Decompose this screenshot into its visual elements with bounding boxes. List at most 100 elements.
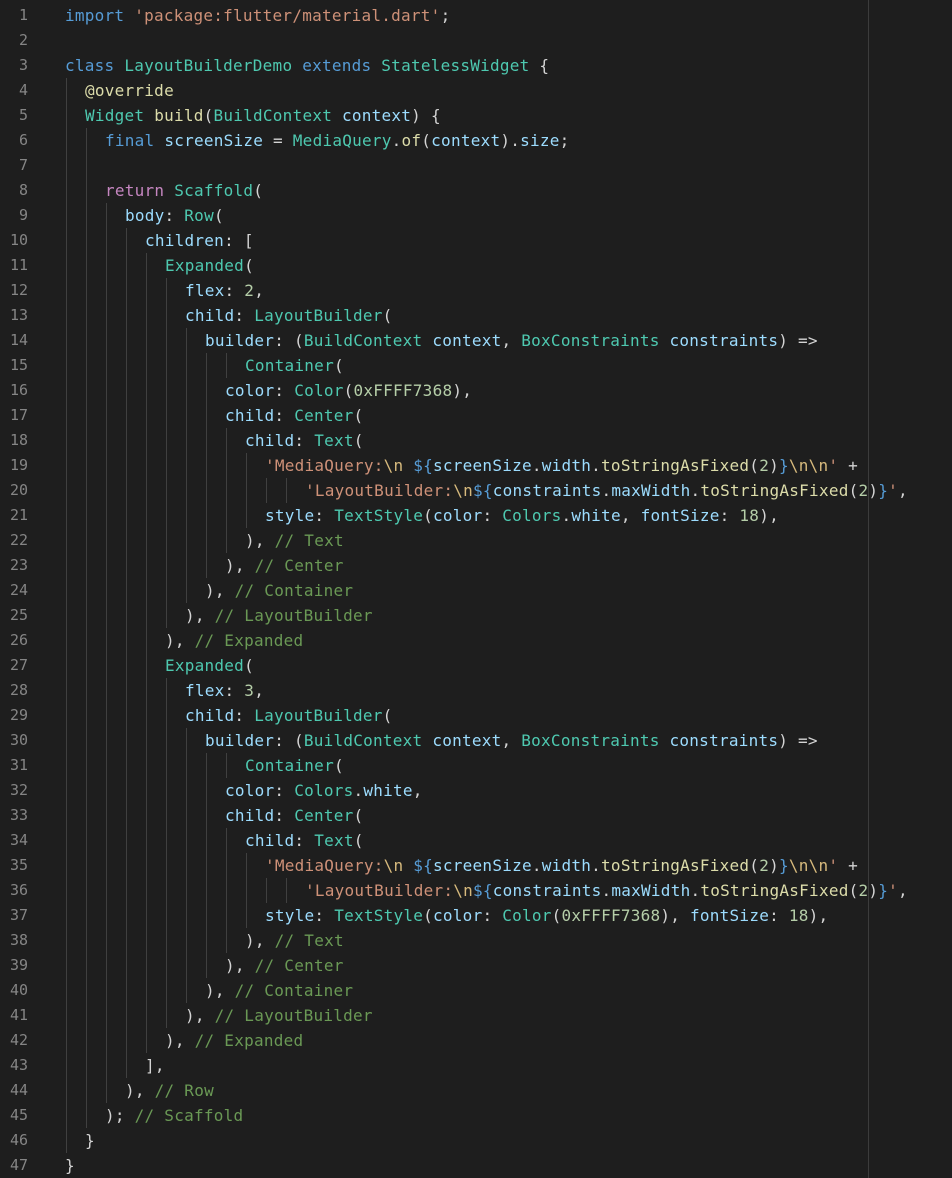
code-line[interactable]: 18 child: Text( xyxy=(0,428,952,453)
code-text[interactable]: ), // LayoutBuilder xyxy=(185,603,373,628)
code-text[interactable]: ), // Container xyxy=(205,578,353,603)
indent-guide xyxy=(106,1028,107,1053)
code-line[interactable]: 29 child: LayoutBuilder( xyxy=(0,703,952,728)
code-line[interactable]: 45); // Scaffold xyxy=(0,1103,952,1128)
code-line[interactable]: 35 'MediaQuery:\n ${screenSize.width.toSt… xyxy=(0,853,952,878)
code-line[interactable]: 22), // Text xyxy=(0,528,952,553)
code-line[interactable]: 1 import 'package:flutter/material.dart'; xyxy=(0,3,952,28)
code-text[interactable]: child: Center( xyxy=(225,403,363,428)
code-text[interactable]: return Scaffold( xyxy=(105,178,263,203)
code-line[interactable]: 38), // Text xyxy=(0,928,952,953)
code-line[interactable]: 44), // Row xyxy=(0,1078,952,1103)
code-text[interactable]: flex: 2, xyxy=(185,278,264,303)
code-line[interactable]: 3 class LayoutBuilderDemo extends Statele… xyxy=(0,53,952,78)
code-token: ( xyxy=(382,706,393,725)
code-token: style xyxy=(265,506,315,525)
code-line[interactable]: 34 child: Text( xyxy=(0,828,952,853)
code-text[interactable]: flex: 3, xyxy=(185,678,264,703)
code-text[interactable]: 'MediaQuery:\n ${screenSize.width.toStri… xyxy=(265,853,858,878)
code-text[interactable]: Expanded( xyxy=(165,253,254,278)
code-editor[interactable]: 1 import 'package:flutter/material.dart';… xyxy=(0,0,952,1178)
code-text[interactable]: style: TextStyle(color: Colors.white, fo… xyxy=(265,503,779,528)
code-text[interactable]: } xyxy=(65,1153,75,1178)
code-text[interactable]: @override xyxy=(85,78,174,103)
code-text[interactable]: import 'package:flutter/material.dart'; xyxy=(65,3,450,28)
code-line[interactable]: 26), // Expanded xyxy=(0,628,952,653)
code-line[interactable]: 10 children: [ xyxy=(0,228,952,253)
code-text[interactable]: class LayoutBuilderDemo extends Stateles… xyxy=(65,53,549,78)
code-text[interactable]: child: Text( xyxy=(245,428,364,453)
code-text[interactable]: ), // Center xyxy=(225,553,344,578)
code-line[interactable]: 21 style: TextStyle(color: Colors.white, … xyxy=(0,503,952,528)
code-line[interactable]: 7 xyxy=(0,153,952,178)
code-line[interactable]: 46} xyxy=(0,1128,952,1153)
code-text[interactable]: style: TextStyle(color: Color(0xFFFF7368… xyxy=(265,903,828,928)
code-text[interactable]: ); // Scaffold xyxy=(105,1103,243,1128)
code-line[interactable]: 27 Expanded( xyxy=(0,653,952,678)
code-line[interactable]: 47} xyxy=(0,1153,952,1178)
code-text[interactable]: color: Colors.white, xyxy=(225,778,423,803)
code-line[interactable]: 23), // Center xyxy=(0,553,952,578)
code-line[interactable]: 25), // LayoutBuilder xyxy=(0,603,952,628)
code-text[interactable]: ), // Expanded xyxy=(165,1028,303,1053)
indent-guide xyxy=(86,928,87,953)
code-text[interactable]: ], xyxy=(145,1053,165,1078)
code-text[interactable]: builder: (BuildContext context, BoxConst… xyxy=(205,328,818,353)
code-text[interactable]: ), // Row xyxy=(125,1078,214,1103)
code-text[interactable]: ), // Container xyxy=(205,978,353,1003)
code-line[interactable]: 9 body: Row( xyxy=(0,203,952,228)
code-text[interactable]: ), // Text xyxy=(245,528,344,553)
code-line[interactable]: 17 child: Center( xyxy=(0,403,952,428)
code-line[interactable]: 28 flex: 3, xyxy=(0,678,952,703)
code-line[interactable]: 6 final screenSize = MediaQuery.of(contex… xyxy=(0,128,952,153)
code-line[interactable]: 14 builder: (BuildContext context, BoxCon… xyxy=(0,328,952,353)
code-text[interactable]: body: Row( xyxy=(125,203,224,228)
code-line[interactable]: 4 @override xyxy=(0,78,952,103)
code-text[interactable]: ), // Expanded xyxy=(165,628,303,653)
code-text[interactable]: ), // Text xyxy=(245,928,344,953)
code-line[interactable]: 11 Expanded( xyxy=(0,253,952,278)
code-text[interactable]: 'LayoutBuilder:\n${constraints.maxWidth.… xyxy=(305,478,908,503)
code-line[interactable]: 31 Container( xyxy=(0,753,952,778)
code-text[interactable]: child: LayoutBuilder( xyxy=(185,303,393,328)
code-text[interactable]: children: [ xyxy=(145,228,254,253)
code-line[interactable]: 13 child: LayoutBuilder( xyxy=(0,303,952,328)
code-text[interactable]: child: Center( xyxy=(225,803,363,828)
code-text[interactable]: ), // Center xyxy=(225,953,344,978)
code-text[interactable]: Container( xyxy=(245,353,344,378)
code-line[interactable]: 16 color: Color(0xFFFF7368), xyxy=(0,378,952,403)
code-text[interactable]: color: Color(0xFFFF7368), xyxy=(225,378,472,403)
code-line[interactable]: 39), // Center xyxy=(0,953,952,978)
code-line[interactable]: 19 'MediaQuery:\n ${screenSize.width.toSt… xyxy=(0,453,952,478)
code-line[interactable]: 33 child: Center( xyxy=(0,803,952,828)
code-line[interactable]: 5 Widget build(BuildContext context) { xyxy=(0,103,952,128)
code-line[interactable]: 12 flex: 2, xyxy=(0,278,952,303)
code-line[interactable]: 2 xyxy=(0,28,952,53)
code-text[interactable]: Expanded( xyxy=(165,653,254,678)
code-line[interactable]: 37 style: TextStyle(color: Color(0xFFFF73… xyxy=(0,903,952,928)
code-line[interactable]: 8 return Scaffold( xyxy=(0,178,952,203)
code-line[interactable]: 32 color: Colors.white, xyxy=(0,778,952,803)
code-line[interactable]: 42), // Expanded xyxy=(0,1028,952,1053)
code-text[interactable]: Container( xyxy=(245,753,344,778)
code-line[interactable]: 41), // LayoutBuilder xyxy=(0,1003,952,1028)
code-line[interactable]: 43], xyxy=(0,1053,952,1078)
code-text[interactable]: builder: (BuildContext context, BoxConst… xyxy=(205,728,818,753)
code-line[interactable]: 36 'LayoutBuilder:\n${constraints.maxWidt… xyxy=(0,878,952,903)
code-text[interactable]: 'MediaQuery:\n ${screenSize.width.toStri… xyxy=(265,453,858,478)
code-text[interactable]: } xyxy=(85,1128,95,1153)
code-line[interactable]: 20 'LayoutBuilder:\n${constraints.maxWidt… xyxy=(0,478,952,503)
code-text[interactable]: Widget build(BuildContext context) { xyxy=(85,103,441,128)
line-number: 3 xyxy=(18,56,28,74)
code-text[interactable]: child: Text( xyxy=(245,828,364,853)
code-text[interactable]: child: LayoutBuilder( xyxy=(185,703,393,728)
code-line[interactable]: 40), // Container xyxy=(0,978,952,1003)
code-text[interactable]: 'LayoutBuilder:\n${constraints.maxWidth.… xyxy=(305,878,908,903)
code-text[interactable]: final screenSize = MediaQuery.of(context… xyxy=(105,128,570,153)
code-text[interactable]: ), // LayoutBuilder xyxy=(185,1003,373,1028)
code-line[interactable]: 24), // Container xyxy=(0,578,952,603)
code-line[interactable]: 30 builder: (BuildContext context, BoxCon… xyxy=(0,728,952,753)
code-lines[interactable]: 1 import 'package:flutter/material.dart';… xyxy=(0,3,952,1178)
code-line[interactable]: 15 Container( xyxy=(0,353,952,378)
